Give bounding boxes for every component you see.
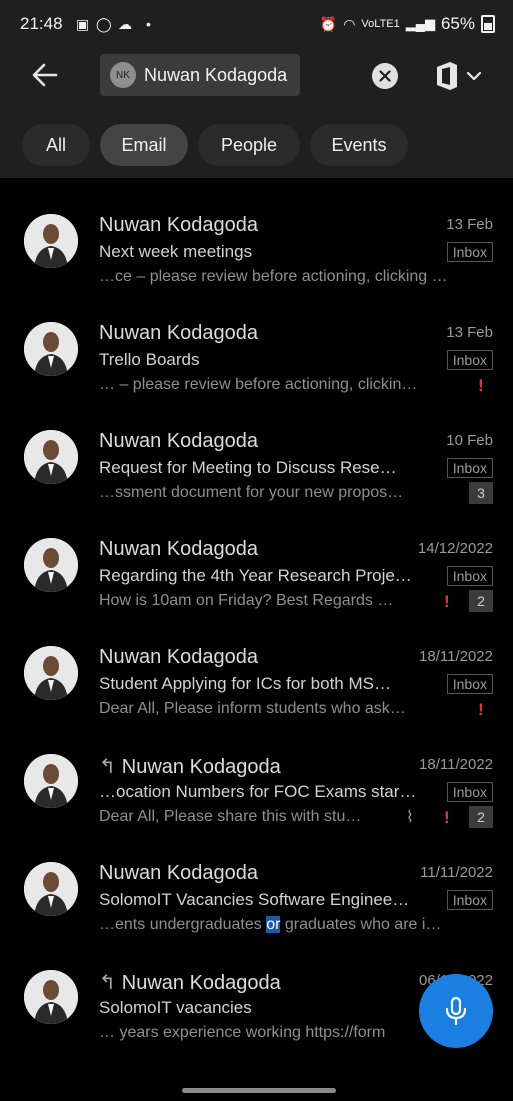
filter-events[interactable]: Events [310, 124, 408, 166]
voice-search-button[interactable] [419, 974, 493, 1048]
email-row[interactable]: Nuwan Kodagoda 18/11/2022 Student Applyi… [0, 638, 513, 746]
email-row[interactable]: Nuwan Kodagoda 14/12/2022 Regarding the … [0, 530, 513, 638]
home-indicator[interactable] [182, 1088, 336, 1093]
avatar [24, 862, 78, 916]
chevron-down-icon [466, 71, 482, 81]
folder-badge: Inbox [446, 890, 493, 910]
email-sender: Nuwan Kodagoda [99, 862, 259, 884]
folder-badge: Inbox [446, 350, 493, 370]
email-sender: Nuwan Kodagoda [99, 538, 259, 560]
email-sender: Nuwan Kodagoda [99, 214, 259, 236]
reply-icon: ↰ [99, 756, 116, 778]
email-sender-name: Nuwan Kodagoda [121, 972, 281, 994]
status-time: 21:48 [20, 14, 63, 33]
email-date: 18/11/2022 [419, 648, 493, 665]
avatar [24, 430, 78, 484]
important-flag-icon: ! [478, 376, 484, 395]
gallery-notification-icon: ▣ [76, 16, 90, 32]
email-sender: Nuwan Kodagoda [99, 322, 259, 344]
email-subject: Next week meetings [99, 242, 253, 261]
folder-badge: Inbox [446, 566, 493, 586]
email-subject: …ocation Numbers for FOC Exams star… [99, 782, 417, 801]
whatsapp-notification-icon: ◯ [96, 16, 112, 32]
email-date: 18/11/2022 [419, 756, 493, 773]
email-row[interactable]: Nuwan Kodagoda 13 Feb Trello Boards Inbo… [0, 314, 513, 422]
thread-count: 2 [469, 806, 493, 828]
filter-email[interactable]: Email [100, 124, 188, 166]
avatar [24, 322, 78, 376]
chip-avatar: NK [110, 62, 136, 88]
email-subject: Student Applying for ICs for both MS… [99, 674, 391, 693]
email-preview: …ssment document for your new propos… [99, 484, 404, 501]
email-preview: … years experience working https://form [99, 1024, 386, 1041]
email-preview: … – please review before actioning, clic… [99, 376, 418, 393]
email-date: 11/11/2022 [420, 864, 493, 881]
alarm-icon: ⏰ [319, 15, 338, 32]
status-right: ⏰ ◠ VoLTE1 ▂▄▆ 65% [320, 14, 495, 34]
preview-before: …ents undergraduates [99, 916, 267, 933]
email-row[interactable]: Nuwan Kodagoda 13 Feb Next week meetings… [0, 206, 513, 314]
thread-count: 2 [469, 590, 493, 612]
battery-icon [481, 15, 495, 33]
email-subject: SolomoIT Vacancies Software Enginee… [99, 890, 410, 909]
reply-icon: ↰ [99, 972, 116, 994]
email-subject: Trello Boards [99, 350, 200, 369]
account-switcher[interactable] [434, 60, 486, 92]
top-bar: 21:48 ▣ ◯ ☁ • ⏰ ◠ VoLTE1 ▂▄▆ 65% NK Nuwa… [0, 0, 513, 178]
chip-name: Nuwan Kodagoda [144, 64, 288, 85]
paperclip-icon: ⌇ [406, 809, 414, 826]
filter-tabs: All Email People Events [22, 124, 408, 168]
signal-icon: ▂▄▆ [405, 16, 435, 31]
avatar [24, 754, 78, 808]
email-row[interactable]: Nuwan Kodagoda 10 Feb Request for Meetin… [0, 422, 513, 530]
dot-notification-icon: • [146, 16, 151, 32]
office-icon [437, 62, 457, 90]
email-preview: …ce – please review before actioning, cl… [99, 268, 448, 285]
status-bar: 21:48 ▣ ◯ ☁ • ⏰ ◠ VoLTE1 ▂▄▆ 65% [0, 0, 513, 48]
close-circle-icon[interactable] [372, 63, 398, 89]
email-sender: ↰ Nuwan Kodagoda [99, 754, 281, 779]
folder-badge: Inbox [446, 674, 493, 694]
filter-all[interactable]: All [22, 124, 90, 166]
email-subject: SolomoIT vacancies [99, 998, 252, 1017]
search-highlight: or [266, 916, 281, 933]
cloud-notification-icon: ☁ [118, 16, 132, 32]
battery-percent: 65% [440, 14, 475, 33]
thread-count: 3 [469, 482, 493, 504]
email-preview: How is 10am on Friday? Best Regards … [99, 592, 394, 609]
important-flag-icon: ! [444, 592, 450, 611]
email-date: 13 Feb [446, 216, 493, 233]
email-sender: ↰ Nuwan Kodagoda [99, 970, 281, 995]
email-subject: Regarding the 4th Year Research Proje… [99, 566, 412, 585]
email-row[interactable]: ↰ Nuwan Kodagoda 18/11/2022 …ocation Numb… [0, 746, 513, 854]
email-row[interactable]: Nuwan Kodagoda 11/11/2022 SolomoIT Vacan… [0, 854, 513, 962]
important-flag-icon: ! [444, 808, 450, 827]
avatar [24, 538, 78, 592]
folder-badge: Inbox [446, 782, 493, 802]
preview-after: graduates who are i… [280, 916, 442, 933]
email-sender: Nuwan Kodagoda [99, 430, 259, 452]
email-subject: Request for Meeting to Discuss Rese… [99, 458, 397, 477]
email-preview: …ents undergraduates or graduates who ar… [99, 916, 493, 934]
folder-badge: Inbox [446, 242, 493, 262]
email-date: 10 Feb [446, 432, 493, 449]
network-label: VoLTE1 [361, 18, 400, 30]
avatar [24, 646, 78, 700]
email-sender-name: Nuwan Kodagoda [121, 756, 281, 778]
arrow-left-icon[interactable] [30, 60, 66, 94]
avatar [24, 970, 78, 1024]
email-preview: Dear All, Please share this with stu… [99, 808, 362, 825]
folder-badge: Inbox [446, 458, 493, 478]
email-preview: Dear All, Please inform students who ask… [99, 700, 406, 717]
microphone-icon [445, 996, 467, 1026]
email-date: 14/12/2022 [417, 540, 493, 557]
search-contact-chip[interactable]: NK Nuwan Kodagoda [100, 54, 300, 96]
avatar [24, 214, 78, 268]
email-date: 13 Feb [446, 324, 493, 341]
important-flag-icon: ! [478, 700, 484, 719]
email-sender: Nuwan Kodagoda [99, 646, 259, 668]
filter-people[interactable]: People [198, 124, 300, 166]
wifi-icon: ◠ [343, 15, 356, 32]
